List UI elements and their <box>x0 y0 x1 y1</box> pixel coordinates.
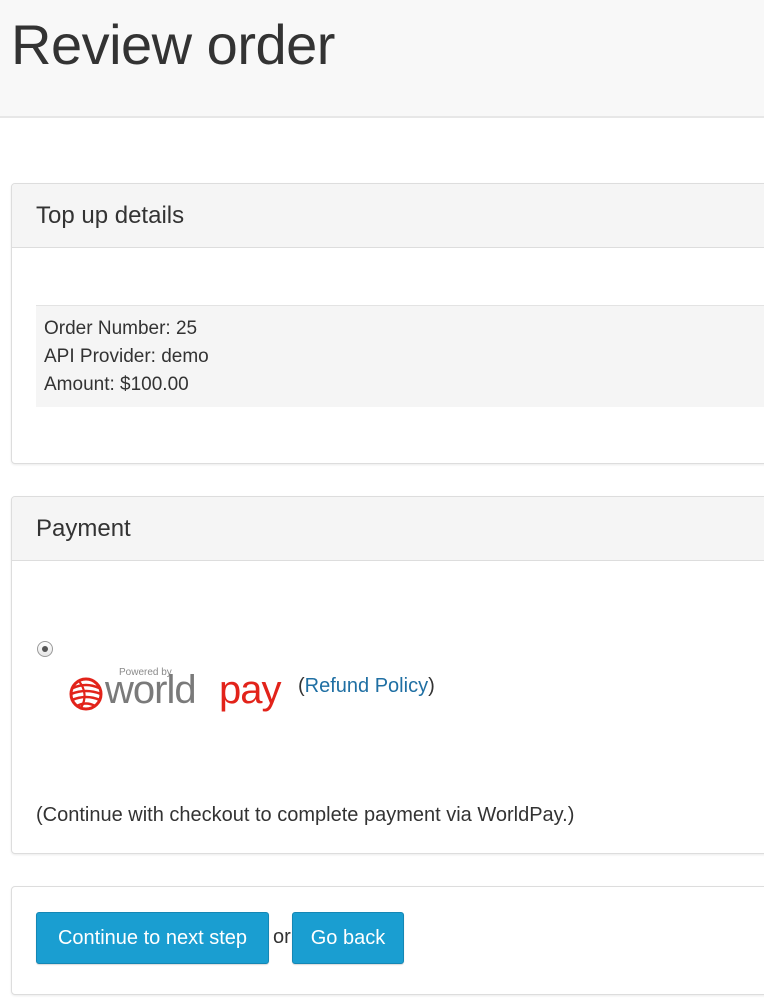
worldpay-pay-text: pay <box>219 668 281 712</box>
radio-selected-dot <box>42 646 48 652</box>
go-back-button[interactable]: Go back <box>292 912 404 964</box>
worldpay-radio[interactable] <box>37 641 53 657</box>
continue-button[interactable]: Continue to next step <box>36 912 269 964</box>
worldpay-logo: Powered by world pay <box>69 667 282 712</box>
refund-policy-line: (Refund Policy) <box>298 673 435 699</box>
payment-panel: Payment Powered by world pay (Refund Pol… <box>11 496 764 854</box>
api-provider-text: API Provider: demo <box>44 346 209 367</box>
topup-panel-title: Top up details <box>36 202 185 229</box>
order-number-text: Order Number: 25 <box>44 318 198 339</box>
worldpay-globe-icon <box>69 677 103 711</box>
topup-details-panel: Top up details Order Number: 25 API Prov… <box>11 183 764 464</box>
payment-panel-title: Payment <box>36 515 131 542</box>
worldpay-world-text: world <box>104 668 196 712</box>
topup-panel-heading: Top up details <box>12 184 764 248</box>
refund-policy-link[interactable]: Refund Policy <box>305 675 428 697</box>
page-title: Review order <box>11 13 335 76</box>
actions-panel: Continue to next step or Go back <box>11 886 764 995</box>
page-header: Review order <box>0 0 764 118</box>
payment-panel-heading: Payment <box>12 497 764 561</box>
or-separator-text: or <box>273 926 291 948</box>
order-details-box: Order Number: 25 API Provider: demo Amou… <box>36 305 764 407</box>
payment-note-text: (Continue with checkout to complete paym… <box>36 804 575 826</box>
refund-close-paren: ) <box>428 675 435 697</box>
amount-text: Amount: $100.00 <box>44 374 189 395</box>
refund-open-paren: ( <box>298 675 305 697</box>
